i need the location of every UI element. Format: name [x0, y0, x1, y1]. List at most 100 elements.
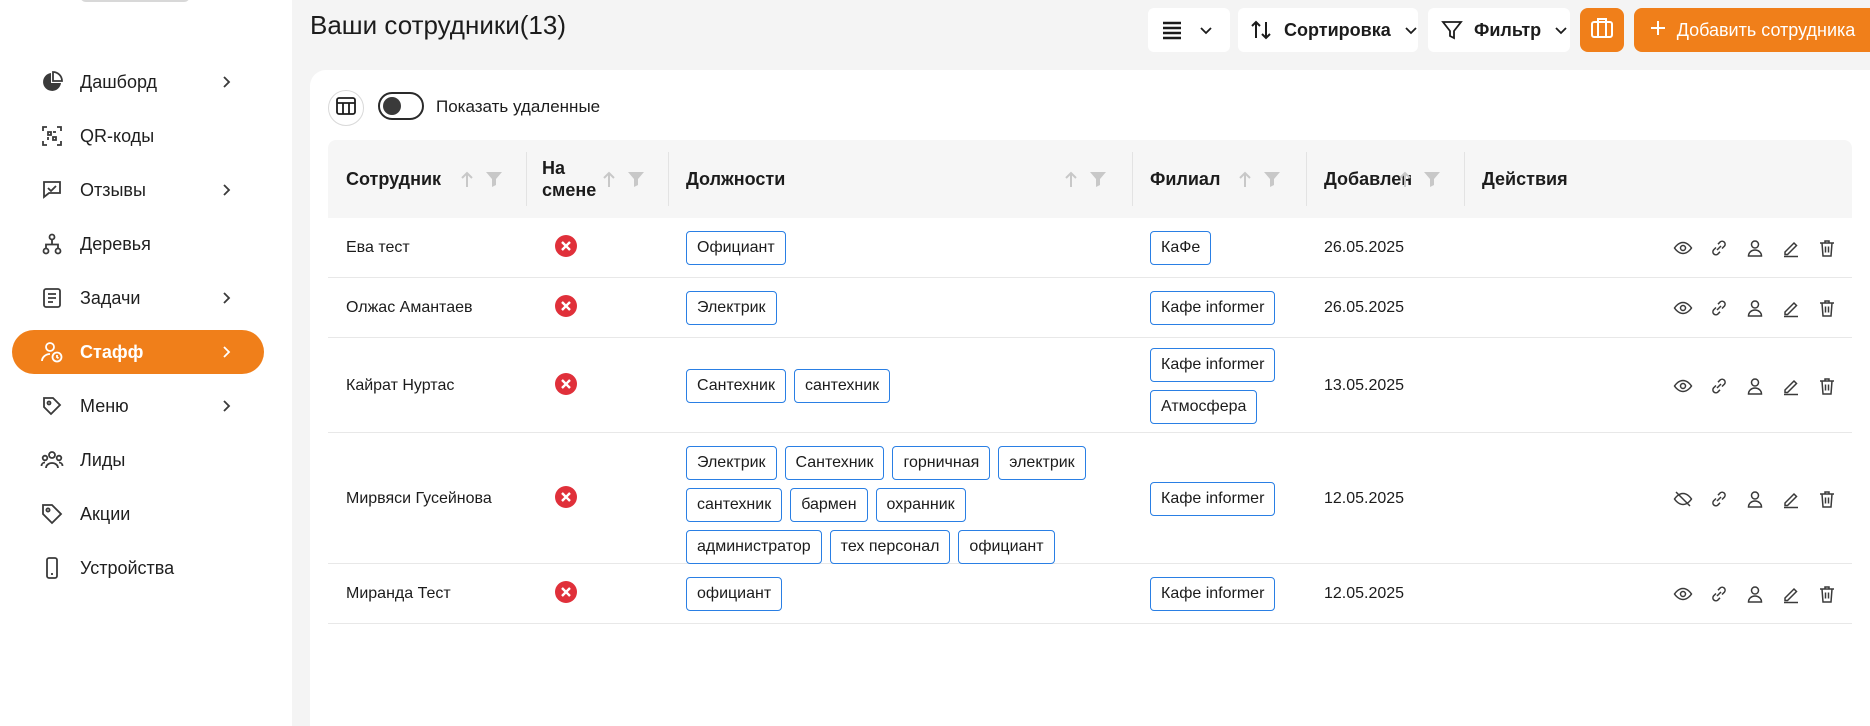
view-button[interactable]	[1672, 488, 1694, 510]
view-button[interactable]	[1672, 237, 1694, 259]
delete-button[interactable]	[1816, 297, 1838, 319]
sidebar: Дашборд QR-коды Отзывы Деревья Задачи Стафф Ме…	[0, 0, 292, 726]
edit-button[interactable]	[1780, 488, 1802, 510]
chevron-down-icon	[1403, 22, 1419, 38]
employee-name: Мирвяси Гусейнова	[346, 489, 492, 507]
added-date: 26.05.2025	[1324, 239, 1405, 256]
table-row[interactable]: Олжас Амантаев Электрик Кафе informer 26.05…	[328, 278, 1852, 338]
chevron-right-icon	[216, 72, 236, 92]
delete-button[interactable]	[1816, 488, 1838, 510]
sort-dropdown[interactable]: Сортировка	[1238, 8, 1418, 52]
position-tag: тех персонал	[829, 530, 951, 564]
sidebar-item-6[interactable]: Меню	[12, 384, 264, 428]
position-tag: сантехник	[686, 488, 783, 522]
view-button[interactable]	[1672, 297, 1694, 319]
pie-chart-icon	[38, 68, 66, 96]
sidebar-item-label: Задачи	[80, 287, 141, 308]
sidebar-item-2[interactable]: Отзывы	[12, 168, 264, 212]
trash-icon	[1817, 298, 1837, 318]
add-employee-button[interactable]: Добавить сотрудника	[1634, 8, 1870, 52]
sidebar-item-4[interactable]: Задачи	[12, 276, 264, 320]
copy-link-button[interactable]	[1708, 375, 1730, 397]
delete-button[interactable]	[1816, 237, 1838, 259]
header-positions[interactable]: Должности	[686, 140, 785, 218]
qr-scan-icon	[38, 122, 66, 150]
table-row[interactable]: Миранда Тест официант Кафе informer 12.05.2…	[328, 564, 1852, 624]
copy-link-button[interactable]	[1708, 583, 1730, 605]
column-filter-icon[interactable]	[484, 169, 504, 194]
edit-button[interactable]	[1780, 583, 1802, 605]
trash-icon	[1817, 584, 1837, 604]
table-row[interactable]: Ева тест Официант КаФе 26.05.2025	[328, 218, 1852, 278]
column-settings-button[interactable]	[328, 90, 364, 126]
column-divider	[1306, 152, 1307, 206]
plus-icon	[1649, 19, 1667, 42]
sort-arrow-icon[interactable]	[1396, 169, 1414, 194]
trash-icon	[1817, 376, 1837, 396]
edit-button[interactable]	[1780, 297, 1802, 319]
column-filter-icon[interactable]	[1422, 169, 1442, 194]
employee-sort-filter[interactable]	[458, 169, 504, 194]
delete-button[interactable]	[1816, 375, 1838, 397]
view-button[interactable]	[1672, 583, 1694, 605]
copy-link-button[interactable]	[1708, 488, 1730, 510]
export-button[interactable]	[1580, 8, 1624, 52]
position-tag: администратор	[686, 530, 822, 564]
sidebar-item-1[interactable]: QR-коды	[12, 114, 264, 158]
sidebar-item-0[interactable]: Дашборд	[12, 60, 264, 104]
sidebar-item-label: Меню	[80, 395, 129, 416]
sidebar-item-9[interactable]: Устройства	[12, 546, 264, 590]
toggle-knob	[383, 97, 401, 115]
view-mode-dropdown[interactable]	[1148, 8, 1230, 52]
profile-button[interactable]	[1744, 237, 1766, 259]
filter-dropdown[interactable]: Фильтр	[1428, 8, 1570, 52]
table-row[interactable]: Кайрат Нуртас Сантехник сантехник Кафе info…	[328, 338, 1852, 433]
column-filter-icon[interactable]	[1088, 169, 1108, 194]
column-divider	[668, 152, 669, 206]
copy-link-button[interactable]	[1708, 297, 1730, 319]
position-tag: Электрик	[686, 446, 777, 480]
header-branch[interactable]: Филиал	[1150, 140, 1220, 218]
edit-icon	[1781, 584, 1801, 604]
copy-link-button[interactable]	[1708, 237, 1730, 259]
sort-arrow-icon[interactable]	[1062, 169, 1080, 194]
profile-button[interactable]	[1744, 297, 1766, 319]
branches-list: Кафе informer Атмосфера	[1150, 347, 1300, 424]
profile-button[interactable]	[1744, 488, 1766, 510]
not-on-shift-icon	[554, 485, 578, 509]
sidebar-item-label: Деревья	[80, 233, 151, 254]
sidebar-item-3[interactable]: Деревья	[12, 222, 264, 266]
user-clock-icon	[38, 338, 66, 366]
show-deleted-toggle[interactable]	[378, 92, 424, 120]
table-row[interactable]: Мирвяси Гусейнова Электрик Сантехник горнич…	[328, 433, 1852, 564]
sidebar-item-8[interactable]: Акции	[12, 492, 264, 536]
position-tag: официант	[958, 530, 1055, 564]
sidebar-item-label: Отзывы	[80, 179, 146, 200]
delete-button[interactable]	[1816, 583, 1838, 605]
edit-button[interactable]	[1780, 375, 1802, 397]
chevron-down-icon	[1198, 22, 1214, 38]
sort-arrow-icon[interactable]	[600, 169, 618, 194]
branch-tag: Кафе informer	[1150, 577, 1276, 611]
sort-arrow-icon[interactable]	[1236, 169, 1254, 194]
positions-sort-filter[interactable]	[1062, 169, 1108, 194]
profile-button[interactable]	[1744, 583, 1766, 605]
branch-sort-filter[interactable]	[1236, 169, 1282, 194]
positions-list: официант	[686, 577, 1116, 611]
row-actions	[1672, 488, 1838, 510]
header-on-shift[interactable]: На смене	[542, 140, 602, 218]
column-filter-icon[interactable]	[1262, 169, 1282, 194]
profile-button[interactable]	[1744, 375, 1766, 397]
edit-button[interactable]	[1780, 237, 1802, 259]
column-filter-icon[interactable]	[626, 169, 646, 194]
sort-arrow-icon[interactable]	[458, 169, 476, 194]
link-icon	[1709, 489, 1729, 509]
sidebar-item-label: Дашборд	[80, 71, 158, 92]
on-shift-sort-filter[interactable]	[600, 169, 646, 194]
header-employee[interactable]: Сотрудник	[346, 140, 441, 218]
sidebar-item-5[interactable]: Стафф	[12, 330, 264, 374]
view-button[interactable]	[1672, 375, 1694, 397]
edit-icon	[1781, 298, 1801, 318]
added-sort-filter[interactable]	[1396, 169, 1442, 194]
sidebar-item-7[interactable]: Лиды	[12, 438, 264, 482]
